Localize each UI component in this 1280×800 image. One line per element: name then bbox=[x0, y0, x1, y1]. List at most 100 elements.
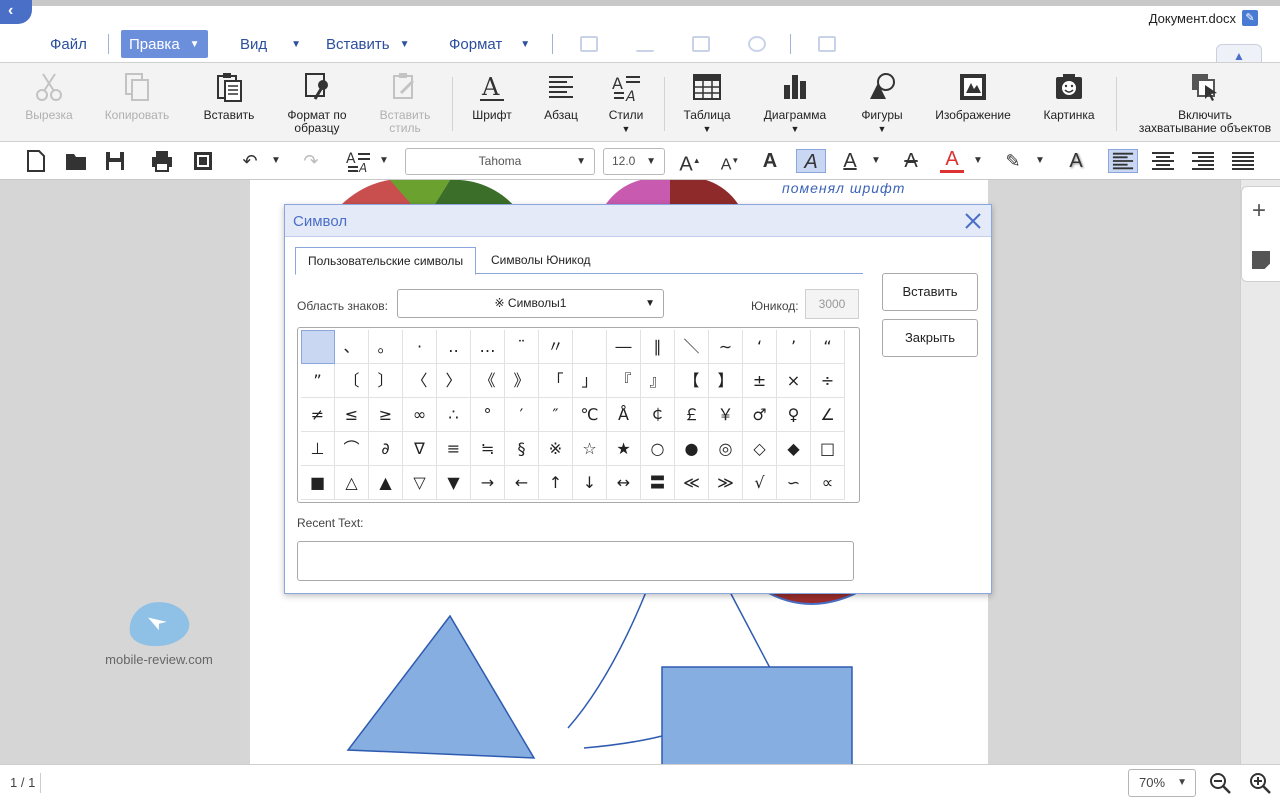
open-folder-icon[interactable] bbox=[64, 149, 88, 173]
symbol-cell[interactable]: ′ bbox=[505, 398, 539, 432]
print-icon[interactable] bbox=[150, 149, 174, 173]
table-button[interactable]: Таблица ▼ bbox=[680, 71, 734, 136]
unicode-input[interactable]: 3000 bbox=[805, 289, 859, 319]
symbol-cell[interactable]: 『 bbox=[607, 364, 641, 398]
symbol-cell[interactable]: ÷ bbox=[811, 364, 845, 398]
symbol-cell[interactable]: 》 bbox=[505, 364, 539, 398]
image-mini-icon[interactable] bbox=[692, 36, 710, 52]
font-color-icon[interactable]: A bbox=[940, 149, 964, 173]
symbol-cell[interactable]: ‘ bbox=[743, 330, 777, 364]
symbol-cell[interactable]: ″ bbox=[539, 398, 573, 432]
save-icon[interactable] bbox=[104, 149, 126, 173]
symbol-cell[interactable]: 、 bbox=[335, 330, 369, 364]
symbol-cell[interactable]: ° bbox=[471, 398, 505, 432]
symbol-cell[interactable]: ♂ bbox=[743, 398, 777, 432]
symbol-cell[interactable]: 〓 bbox=[641, 466, 675, 500]
symbol-cell[interactable]: ★ bbox=[607, 432, 641, 466]
symbol-cell[interactable]: ☆ bbox=[573, 432, 607, 466]
redo-icon[interactable]: ↷ bbox=[300, 149, 322, 173]
symbol-cell[interactable]: 」 bbox=[573, 364, 607, 398]
table-mini-icon[interactable] bbox=[580, 36, 598, 52]
text-effect-icon[interactable]: A bbox=[1066, 149, 1086, 173]
symbol-cell[interactable]: ± bbox=[743, 364, 777, 398]
format-painter-button[interactable]: Формат по образцу bbox=[278, 71, 356, 135]
symbol-cell[interactable]: 〔 bbox=[335, 364, 369, 398]
tab-custom-symbols[interactable]: Пользовательские символы bbox=[295, 247, 477, 275]
symbol-cell[interactable]: √ bbox=[743, 466, 777, 500]
symbol-cell[interactable]: 〈 bbox=[403, 364, 437, 398]
symbol-cell[interactable]: → bbox=[471, 466, 505, 500]
symbol-cell[interactable]: ◎ bbox=[709, 432, 743, 466]
symbol-cell[interactable]: ― bbox=[607, 330, 641, 364]
symbol-cell[interactable]: 「 bbox=[539, 364, 573, 398]
style-set-icon[interactable]: AA bbox=[346, 149, 372, 173]
symbol-cell[interactable]: ∇ bbox=[403, 432, 437, 466]
print-preview-icon[interactable] bbox=[192, 149, 214, 173]
cut-button[interactable]: Вырезка bbox=[18, 71, 80, 122]
symbol-cell[interactable]: ∼ bbox=[709, 330, 743, 364]
symbol-cell[interactable]: ¨ bbox=[505, 330, 539, 364]
chevron-down-icon[interactable]: ▼ bbox=[1034, 149, 1046, 173]
font-size-select[interactable]: 12.0 ▼ bbox=[603, 148, 665, 175]
chart-mini-icon[interactable] bbox=[636, 36, 654, 52]
paragraph-button[interactable]: Абзац bbox=[538, 71, 584, 122]
symbol-cell[interactable]: ▼ bbox=[437, 466, 471, 500]
decrease-font-icon[interactable]: A▼ bbox=[718, 149, 742, 173]
italic-icon[interactable]: A bbox=[796, 149, 826, 173]
symbol-cell[interactable]: ∽ bbox=[777, 466, 811, 500]
symbol-cell[interactable]: ⌒ bbox=[335, 432, 369, 466]
symbol-cell[interactable]: ≥ bbox=[369, 398, 403, 432]
symbol-cell[interactable]: ◇ bbox=[743, 432, 777, 466]
symbol-cell[interactable]: ← bbox=[505, 466, 539, 500]
copy-button[interactable]: Копировать bbox=[100, 71, 174, 122]
styles-button[interactable]: AA Стили ▼ bbox=[602, 71, 650, 136]
symbol-cell[interactable]: ▲ bbox=[369, 466, 403, 500]
zoom-select[interactable]: 70% ▼ bbox=[1128, 769, 1196, 797]
shapes-button[interactable]: Фигуры ▼ bbox=[854, 71, 910, 136]
symbol-cell[interactable]: ◆ bbox=[777, 432, 811, 466]
symbol-cell[interactable]: ￡ bbox=[675, 398, 709, 432]
symbol-cell[interactable]: ↓ bbox=[573, 466, 607, 500]
symbol-area-select[interactable]: ※ Символы1 ▼ bbox=[397, 289, 664, 318]
close-button[interactable]: Закрыть bbox=[882, 319, 978, 357]
font-button[interactable]: A Шрифт bbox=[466, 71, 518, 122]
symbol-cell[interactable]: ∠ bbox=[811, 398, 845, 432]
symbol-cell[interactable]: ∝ bbox=[811, 466, 845, 500]
symbol-cell[interactable]: ‥ bbox=[437, 330, 471, 364]
symbol-cell[interactable]: 《 bbox=[471, 364, 505, 398]
symbol-cell[interactable]: ≒ bbox=[471, 432, 505, 466]
symbol-cell[interactable]: 〃 bbox=[539, 330, 573, 364]
align-justify-icon[interactable] bbox=[1230, 149, 1256, 173]
close-icon[interactable] bbox=[963, 211, 983, 231]
symbol-cell[interactable]: ≡ bbox=[437, 432, 471, 466]
symbol-cell[interactable]: Å bbox=[607, 398, 641, 432]
edit-name-icon[interactable]: ✎ bbox=[1242, 10, 1258, 26]
symbol-cell[interactable]: ” bbox=[301, 364, 335, 398]
symbol-cell[interactable]: ≫ bbox=[709, 466, 743, 500]
insert-button[interactable]: Вставить bbox=[882, 273, 978, 311]
menu-insert[interactable]: Вставить ▼ bbox=[326, 30, 410, 58]
symbol-cell[interactable]: ■ bbox=[301, 466, 335, 500]
symbol-cell[interactable]: ∴ bbox=[437, 398, 471, 432]
symbol-cell[interactable]: § bbox=[505, 432, 539, 466]
document-italic-text[interactable]: поменял шрифт bbox=[782, 180, 905, 196]
new-document-icon[interactable] bbox=[26, 149, 46, 173]
menu-edit[interactable]: Правка ▼ bbox=[121, 30, 208, 58]
symbol-cell[interactable]: ※ bbox=[539, 432, 573, 466]
underline-icon[interactable]: A bbox=[840, 149, 860, 173]
symbol-cell[interactable]: ↑ bbox=[539, 466, 573, 500]
symbol-cell[interactable]: · bbox=[403, 330, 437, 364]
recent-text-box[interactable] bbox=[297, 541, 854, 581]
tab-unicode-symbols[interactable]: Символы Юникод bbox=[479, 247, 602, 274]
zoom-out-icon[interactable] bbox=[1208, 771, 1232, 795]
symbol-cell[interactable] bbox=[301, 330, 335, 364]
symbol-cell[interactable]: ＼ bbox=[675, 330, 709, 364]
edit-icon[interactable] bbox=[1252, 251, 1270, 269]
symbol-cell[interactable]: ↔ bbox=[607, 466, 641, 500]
bold-icon[interactable]: A bbox=[760, 149, 780, 173]
symbol-cell[interactable]: 【 bbox=[675, 364, 709, 398]
symbol-cell[interactable]: 。 bbox=[369, 330, 403, 364]
symbol-cell[interactable]: △ bbox=[335, 466, 369, 500]
symbol-cell[interactable]: ≠ bbox=[301, 398, 335, 432]
highlight-icon[interactable]: ✎ bbox=[1002, 149, 1024, 173]
